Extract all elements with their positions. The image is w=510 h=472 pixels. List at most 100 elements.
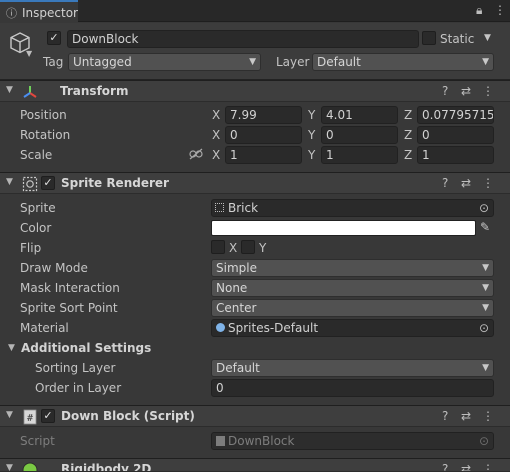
material-sphere-icon <box>216 323 225 332</box>
mask-interaction-label: Mask Interaction <box>20 281 120 295</box>
material-object-field[interactable]: Sprites-Default ⊙ <box>211 319 494 337</box>
scale-z-input[interactable]: 1 <box>417 146 494 164</box>
more-icon[interactable]: ⋮ <box>482 409 494 423</box>
transform-axes-icon <box>23 86 37 98</box>
chevron-down-icon[interactable]: ▼ <box>26 49 32 58</box>
rotation-label: Rotation <box>20 128 71 142</box>
script-component-header[interactable]: ▼ # ✓ Down Block (Script) ? ⇄ ⋮ <box>0 405 510 427</box>
help-icon[interactable]: ? <box>442 84 448 98</box>
constrain-proportions-icon[interactable] <box>189 148 203 160</box>
scale-z-label[interactable]: Z <box>404 148 412 162</box>
position-y-input[interactable]: 4.01 <box>321 106 398 124</box>
static-checkbox[interactable] <box>422 31 436 45</box>
tab-bar: ⓘ Inspector 🔒︎ ⋮ <box>0 0 510 22</box>
sprite-renderer-enabled-checkbox[interactable]: ✓ <box>41 176 55 190</box>
draw-mode-value: Simple <box>216 261 257 275</box>
additional-settings-foldout[interactable]: Additional Settings <box>21 341 151 355</box>
scale-x-input[interactable]: 1 <box>225 146 302 164</box>
scale-x-label[interactable]: X <box>212 148 220 162</box>
chevron-down-icon: ▼ <box>482 363 489 373</box>
sprite-label: Sprite <box>20 201 56 215</box>
color-swatch[interactable] <box>211 220 476 236</box>
chevron-down-icon: ▼ <box>482 263 489 273</box>
order-in-layer-label: Order in Layer <box>35 381 122 395</box>
script-title: Down Block (Script) <box>61 409 195 423</box>
more-icon[interactable]: ⋮ <box>482 462 494 471</box>
flip-x-label: X <box>229 241 238 255</box>
flip-label: Flip <box>20 241 42 255</box>
rotation-x-input[interactable]: 0 <box>225 126 302 144</box>
help-icon[interactable]: ? <box>442 176 448 190</box>
draw-mode-dropdown[interactable]: Simple ▼ <box>211 259 494 277</box>
draw-mode-label: Draw Mode <box>20 261 88 275</box>
tag-value: Untagged <box>73 55 132 69</box>
lock-icon[interactable]: 🔒︎ <box>476 3 482 18</box>
position-z-label[interactable]: Z <box>404 108 412 122</box>
scale-label: Scale <box>20 148 53 162</box>
transform-header[interactable]: ▼ Transform ? ⇄ ⋮ <box>0 80 510 102</box>
object-name-input[interactable]: DownBlock <box>67 30 419 48</box>
position-x-label[interactable]: X <box>212 108 220 122</box>
sprite-object-field[interactable]: Brick ⊙ <box>211 199 494 217</box>
rigidbody-icon <box>22 462 38 471</box>
rigidbody-2d-header[interactable]: ▼ Rigidbody 2D ? ⇄ ⋮ <box>0 458 510 472</box>
object-picker-icon[interactable]: ⊙ <box>479 321 489 335</box>
script-file-icon <box>216 436 225 446</box>
rotation-z-input[interactable]: 0 <box>417 126 494 144</box>
sorting-layer-dropdown[interactable]: Default ▼ <box>211 359 494 377</box>
flip-y-checkbox[interactable] <box>241 240 255 254</box>
sprite-value: Brick <box>228 201 259 215</box>
help-icon[interactable]: ? <box>442 409 448 423</box>
foldout-arrow-icon[interactable]: ▼ <box>8 343 15 353</box>
presets-icon[interactable]: ⇄ <box>461 84 471 98</box>
chevron-down-icon: ▼ <box>482 57 489 67</box>
flip-x-checkbox[interactable] <box>211 240 225 254</box>
foldout-arrow-icon[interactable]: ▼ <box>6 410 13 420</box>
eyedropper-icon[interactable]: ✎ <box>480 220 490 234</box>
more-icon[interactable]: ⋮ <box>482 84 494 98</box>
script-enabled-checkbox[interactable]: ✓ <box>41 409 55 423</box>
presets-icon[interactable]: ⇄ <box>461 409 471 423</box>
script-object-field: DownBlock ⊙ <box>211 432 494 450</box>
sprite-sort-point-dropdown[interactable]: Center ▼ <box>211 299 494 317</box>
mask-interaction-value: None <box>216 281 248 295</box>
menu-icon[interactable]: ⋮ <box>494 3 506 17</box>
sprite-icon <box>215 203 224 212</box>
position-x-input[interactable]: 7.99 <box>225 106 302 124</box>
rotation-z-label[interactable]: Z <box>404 128 412 142</box>
sorting-layer-label: Sorting Layer <box>35 361 116 375</box>
help-icon[interactable]: ? <box>442 462 448 471</box>
rotation-x-label[interactable]: X <box>212 128 220 142</box>
foldout-arrow-icon[interactable]: ▼ <box>6 85 13 95</box>
more-icon[interactable]: ⋮ <box>482 176 494 190</box>
tab-label: Inspector <box>22 6 78 20</box>
position-z-input[interactable]: 0.07795715 <box>417 106 494 124</box>
object-picker-icon[interactable]: ⊙ <box>479 201 489 215</box>
presets-icon[interactable]: ⇄ <box>461 176 471 190</box>
transform-title: Transform <box>60 84 129 98</box>
rigidbody-title: Rigidbody 2D <box>61 462 152 472</box>
order-in-layer-input[interactable]: 0 <box>211 379 494 397</box>
script-label: Script <box>20 434 55 448</box>
sprite-renderer-header[interactable]: ▼ ✓ Sprite Renderer ? ⇄ ⋮ <box>0 172 510 194</box>
position-label: Position <box>20 108 67 122</box>
scale-y-label[interactable]: Y <box>308 148 315 162</box>
static-dropdown-caret[interactable]: ▼ <box>484 31 491 45</box>
presets-icon[interactable]: ⇄ <box>461 462 471 471</box>
sorting-layer-value: Default <box>216 361 260 375</box>
svg-text:#: # <box>27 413 33 424</box>
position-y-label[interactable]: Y <box>308 108 315 122</box>
chevron-down-icon: ▼ <box>482 283 489 293</box>
static-label: Static <box>440 32 475 46</box>
object-header: ▼ ✓ DownBlock Static ▼ Tag Untagged ▼ Lay… <box>0 23 510 80</box>
foldout-arrow-icon[interactable]: ▼ <box>6 177 13 187</box>
layer-dropdown[interactable]: Default ▼ <box>312 53 494 71</box>
scale-y-input[interactable]: 1 <box>321 146 398 164</box>
tab-inspector[interactable]: ⓘ Inspector <box>0 0 78 22</box>
rotation-y-label[interactable]: Y <box>308 128 315 142</box>
active-checkbox[interactable]: ✓ <box>47 31 61 45</box>
foldout-arrow-icon[interactable]: ▼ <box>6 463 13 471</box>
rotation-y-input[interactable]: 0 <box>321 126 398 144</box>
mask-interaction-dropdown[interactable]: None ▼ <box>211 279 494 297</box>
tag-dropdown[interactable]: Untagged ▼ <box>68 53 261 71</box>
